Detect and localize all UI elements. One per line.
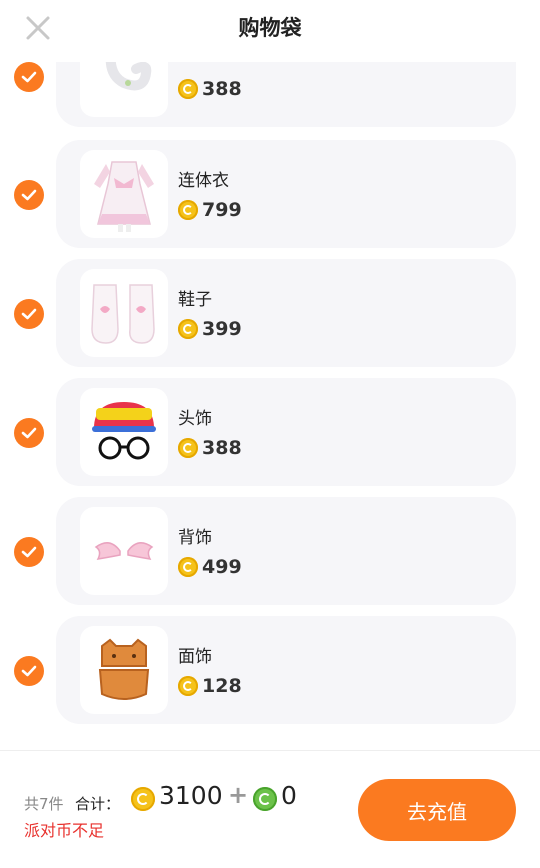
coin-icon [178,438,198,458]
item-checkbox[interactable] [14,418,44,448]
item-price: 128 [178,675,242,697]
total-amount: 3100 [159,781,223,810]
shoes-icon [91,284,155,344]
check-icon [21,665,37,677]
cookie-mask-icon [98,638,150,700]
item-thumbnail [80,507,168,595]
item-checkbox[interactable] [14,62,44,92]
item-card[interactable]: 连体衣 799 [56,140,516,248]
check-icon [21,546,37,558]
item-checkbox[interactable] [14,537,44,567]
item-card[interactable]: 头饰 388 [56,378,516,486]
cart-item: 鞋子 399 [0,259,540,367]
tail-icon [105,62,152,91]
item-count: 共7件 [24,795,64,813]
item-name: 头饰 [178,409,212,429]
item-checkbox[interactable] [14,180,44,210]
item-price: 799 [178,199,242,221]
item-price: 388 [178,437,242,459]
insufficient-balance-warning: 派对币不足 [24,821,105,840]
item-price: 499 [178,556,242,578]
wings-icon [94,542,154,560]
item-price: 399 [178,318,242,340]
dress-icon [94,161,154,232]
total-label: 合计： [75,795,121,813]
hat-glasses-icon [92,402,156,460]
coin-icon [131,787,155,811]
item-thumbnail [80,388,168,476]
check-icon [21,71,37,83]
item-price: 388 [178,78,242,100]
coin-icon [178,676,198,696]
item-checkbox[interactable] [14,299,44,329]
page-title: 购物袋 [238,16,302,40]
cart-item: 面饰 128 [0,616,540,724]
item-card[interactable]: 面饰 128 [56,616,516,724]
plus-sign: + [228,781,249,809]
header-bar: 购物袋 [0,0,540,62]
green-coin-amount: 0 [281,781,297,810]
item-thumbnail [80,150,168,238]
recharge-button[interactable]: 去充值 [358,779,516,841]
item-name: 连体衣 [178,171,229,191]
cart-item: 头饰 388 [0,378,540,486]
coin-icon [178,557,198,577]
checkout-bar: 共7件 合计： 3100 + 0 派对币不足 去充值 [0,751,540,868]
item-card[interactable]: 鞋子 399 [56,259,516,367]
item-thumbnail [80,269,168,357]
item-name: 面饰 [178,647,212,667]
coin-icon [178,79,198,99]
cart-item: 背饰 499 [0,497,540,605]
item-card[interactable]: 背饰 499 [56,497,516,605]
check-icon [21,189,37,201]
item-thumbnail [80,626,168,714]
check-icon [21,308,37,320]
item-name: 背饰 [178,528,212,548]
cart-item: 388 [0,62,540,127]
coin-icon [178,200,198,220]
coin-icon [178,319,198,339]
item-card[interactable]: 388 [56,62,516,127]
check-icon [21,427,37,439]
cart-list[interactable]: 388 连体衣 799 鞋子 399 头饰 388 背饰 499 面饰 128 [0,62,540,750]
item-thumbnail [80,62,168,117]
item-name: 鞋子 [178,290,212,310]
green-coin-icon [253,787,277,811]
item-checkbox[interactable] [14,656,44,686]
cart-item: 连体衣 799 [0,140,540,248]
